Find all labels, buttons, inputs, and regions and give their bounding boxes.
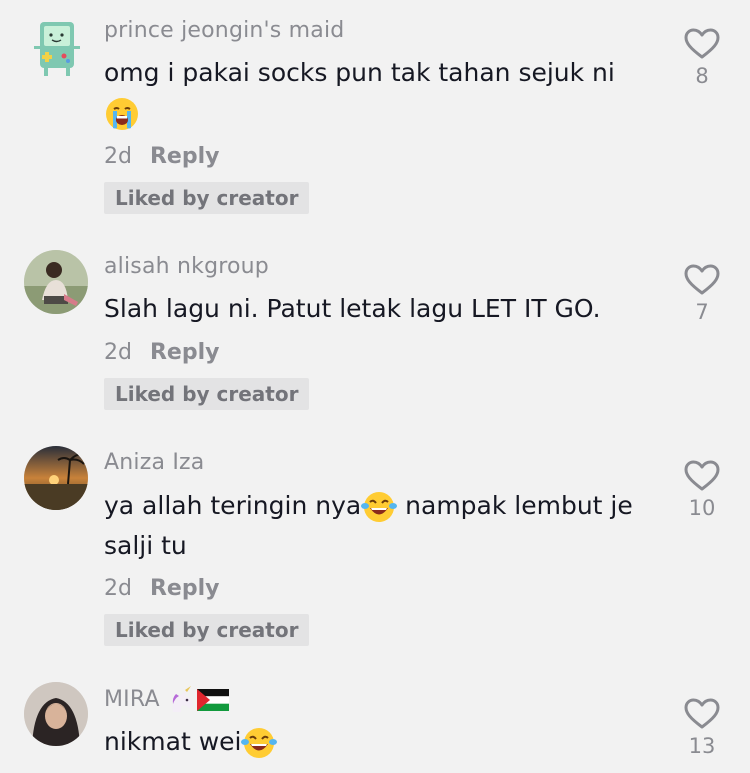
comment-username-text: MIRA (104, 687, 160, 712)
like-count: 10 (688, 496, 716, 520)
like-count: 13 (688, 734, 716, 758)
like-button[interactable]: 8 (682, 28, 722, 88)
comment-age: 2d (104, 340, 132, 365)
like-count: 8 (695, 64, 709, 88)
like-count: 7 (695, 300, 709, 324)
comment-meta: 2d Reply (104, 576, 219, 601)
user-photo-icon (24, 250, 88, 314)
comment-meta: 2d Reply (104, 340, 219, 365)
comment-age: 2d (104, 576, 132, 601)
bmo-avatar-icon (34, 22, 80, 76)
like-button[interactable]: 13 (682, 698, 722, 758)
heart-icon (684, 460, 720, 491)
comment-text-before: ya allah teringin nya (104, 491, 362, 520)
avatar[interactable] (24, 682, 88, 746)
palestine-flag-icon (196, 689, 229, 711)
comment-text: omg i pakai socks pun tak tahan sejuk ni (104, 53, 664, 133)
liked-by-creator-badge: Liked by creator (104, 614, 310, 646)
heart-icon (684, 698, 720, 729)
comment-item: Aniza Iza ya allah teringin nya nampak l… (0, 436, 750, 674)
avatar[interactable] (24, 250, 88, 314)
crying-face-emoji-icon (106, 98, 138, 130)
comment-username[interactable]: Aniza Iza (104, 450, 204, 475)
comment-text: nikmat wei (104, 722, 664, 762)
avatar[interactable] (24, 446, 88, 510)
comment-item: alisah nkgroup Slah lagu ni. Patut letak… (0, 240, 750, 436)
avatar[interactable] (24, 16, 88, 80)
comment-username[interactable]: prince jeongin's maid (104, 18, 344, 43)
comment-item: prince jeongin's maid omg i pakai socks … (0, 0, 750, 240)
heart-icon (684, 264, 720, 295)
comment-meta: 2d Reply (104, 144, 219, 169)
reply-button[interactable]: Reply (150, 144, 220, 169)
heart-icon (684, 28, 720, 59)
liked-by-creator-badge: Liked by creator (104, 182, 310, 214)
comment-item: MIRA nikmat wei 13 (0, 674, 750, 773)
liked-by-creator-badge: Liked by creator (104, 378, 310, 410)
like-button[interactable]: 7 (682, 264, 722, 324)
comment-text: Slah lagu ni. Patut letak lagu LET IT GO… (104, 294, 601, 323)
comment-username[interactable]: alisah nkgroup (104, 254, 269, 279)
reply-button[interactable]: Reply (150, 340, 220, 365)
tears-of-joy-emoji-icon (241, 728, 278, 758)
user-photo-icon (24, 682, 88, 746)
sunset-photo-icon (24, 446, 88, 510)
reply-button[interactable]: Reply (150, 576, 220, 601)
like-button[interactable]: 10 (682, 460, 722, 520)
tears-of-joy-emoji-icon (361, 492, 398, 522)
comment-text-content: omg i pakai socks pun tak tahan sejuk ni (104, 58, 615, 87)
unicorn-emoji-icon (172, 686, 193, 712)
comment-age: 2d (104, 144, 132, 169)
comment-text: ya allah teringin nya nampak lembut je s… (104, 486, 634, 566)
comment-text-content: nikmat wei (104, 727, 242, 756)
comment-username[interactable]: MIRA (104, 686, 229, 714)
